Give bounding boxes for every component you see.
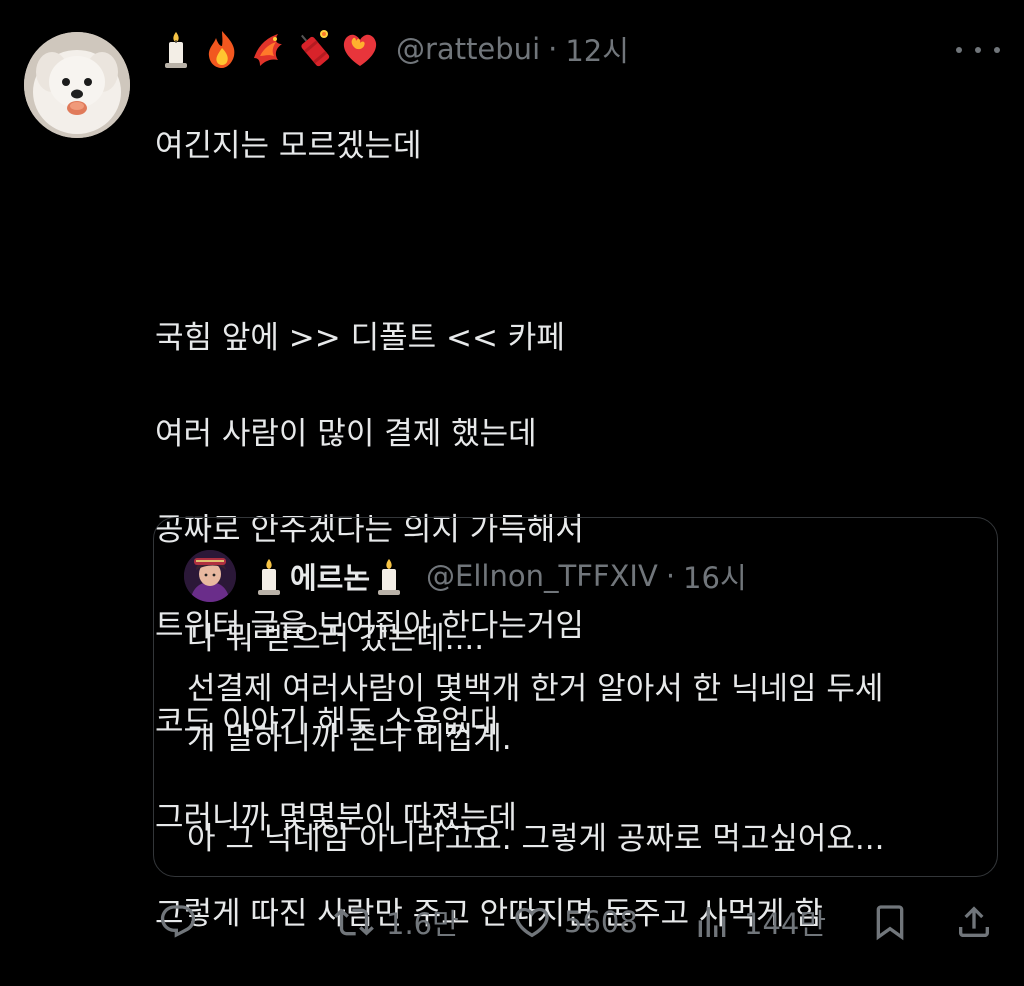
bookmark-icon (876, 905, 904, 941)
quoted-author-handle[interactable]: @Ellnon_TFFXIV (426, 559, 658, 593)
author-handle[interactable]: @rattebui (396, 32, 540, 66)
anime-character-avatar-image (184, 550, 236, 602)
tweet-header: @rattebui · 12시 (156, 24, 629, 74)
tweet-text-line: 국힘 앞에 >> 디폴트 << 카페 (155, 320, 565, 356)
like-count: 5608 (564, 905, 638, 939)
tweet-text-line (155, 218, 995, 266)
heart-icon (515, 907, 549, 938)
quoted-text-line: 나 뭐 받으러 갔는데.... (187, 621, 485, 657)
reply-button[interactable] (158, 894, 198, 950)
share-icon (959, 906, 989, 937)
phoenix-emoji (254, 34, 282, 66)
quoted-tweet-header: 에르논 @Ellnon_TFFXIV · 16시 (184, 550, 747, 602)
tweet-text-line: 여긴지는 모르겠는데 (155, 128, 422, 164)
meta-separator: · (548, 32, 558, 66)
tweet-text-line: 여러 사람이 많이 결제 했는데 (155, 416, 537, 452)
quoted-tweet-text: 나 뭐 받으러 갔는데.... 선결제 여러사람이 몇백개 한거 알아서 한 닉… (187, 614, 977, 864)
reply-icon (160, 905, 196, 938)
quoted-text-line (187, 764, 977, 814)
heart-on-fire-emoji (343, 34, 377, 66)
puppy-avatar-image (24, 32, 130, 138)
fire-emoji (208, 31, 235, 68)
views-count: 144만 (744, 907, 827, 941)
firecracker-emoji (301, 30, 330, 67)
quoted-author-name[interactable]: 에르논 (290, 555, 370, 597)
retweet-button[interactable]: 1.6만 (334, 894, 459, 950)
share-button[interactable] (954, 894, 994, 950)
views-button[interactable]: 144만 (692, 894, 826, 950)
bookmark-button[interactable] (870, 894, 910, 950)
quoted-author-avatar[interactable] (184, 550, 236, 602)
more-options-icon[interactable] (956, 36, 1000, 64)
quoted-text-line: 개 말하니까 존나 띠껍게. (187, 721, 512, 757)
tweet[interactable]: @rattebui · 12시 여긴지는 모르겠는데 국힘 앞에 >> 디폴트 … (0, 0, 1024, 970)
meta-separator: · (665, 559, 676, 593)
candle-emoji (165, 32, 187, 68)
quoted-tweet[interactable]: 에르논 @Ellnon_TFFXIV · 16시 나 뭐 받으러 갔는데....… (153, 517, 998, 877)
candle-emoji (378, 559, 401, 595)
retweet-count: 1.6만 (386, 907, 459, 941)
views-chart-icon (698, 907, 726, 937)
like-button[interactable]: 5608 (512, 894, 638, 950)
display-name-emojis[interactable] (156, 28, 380, 70)
author-avatar[interactable] (24, 32, 130, 138)
quoted-text-line: 선결제 여러사람이 몇백개 한거 알아서 한 닉네임 두세 (187, 671, 884, 707)
tweet-actions: 1.6만 5608 144만 (156, 894, 996, 950)
quoted-timestamp[interactable]: 16시 (683, 555, 747, 597)
candle-emoji (258, 559, 280, 595)
post-timestamp[interactable]: 12시 (565, 28, 629, 70)
quoted-text-line: 아 그 닉네임 아니라고요. 그렇게 공짜로 먹고싶어요... (187, 821, 885, 857)
retweet-icon (334, 908, 374, 936)
